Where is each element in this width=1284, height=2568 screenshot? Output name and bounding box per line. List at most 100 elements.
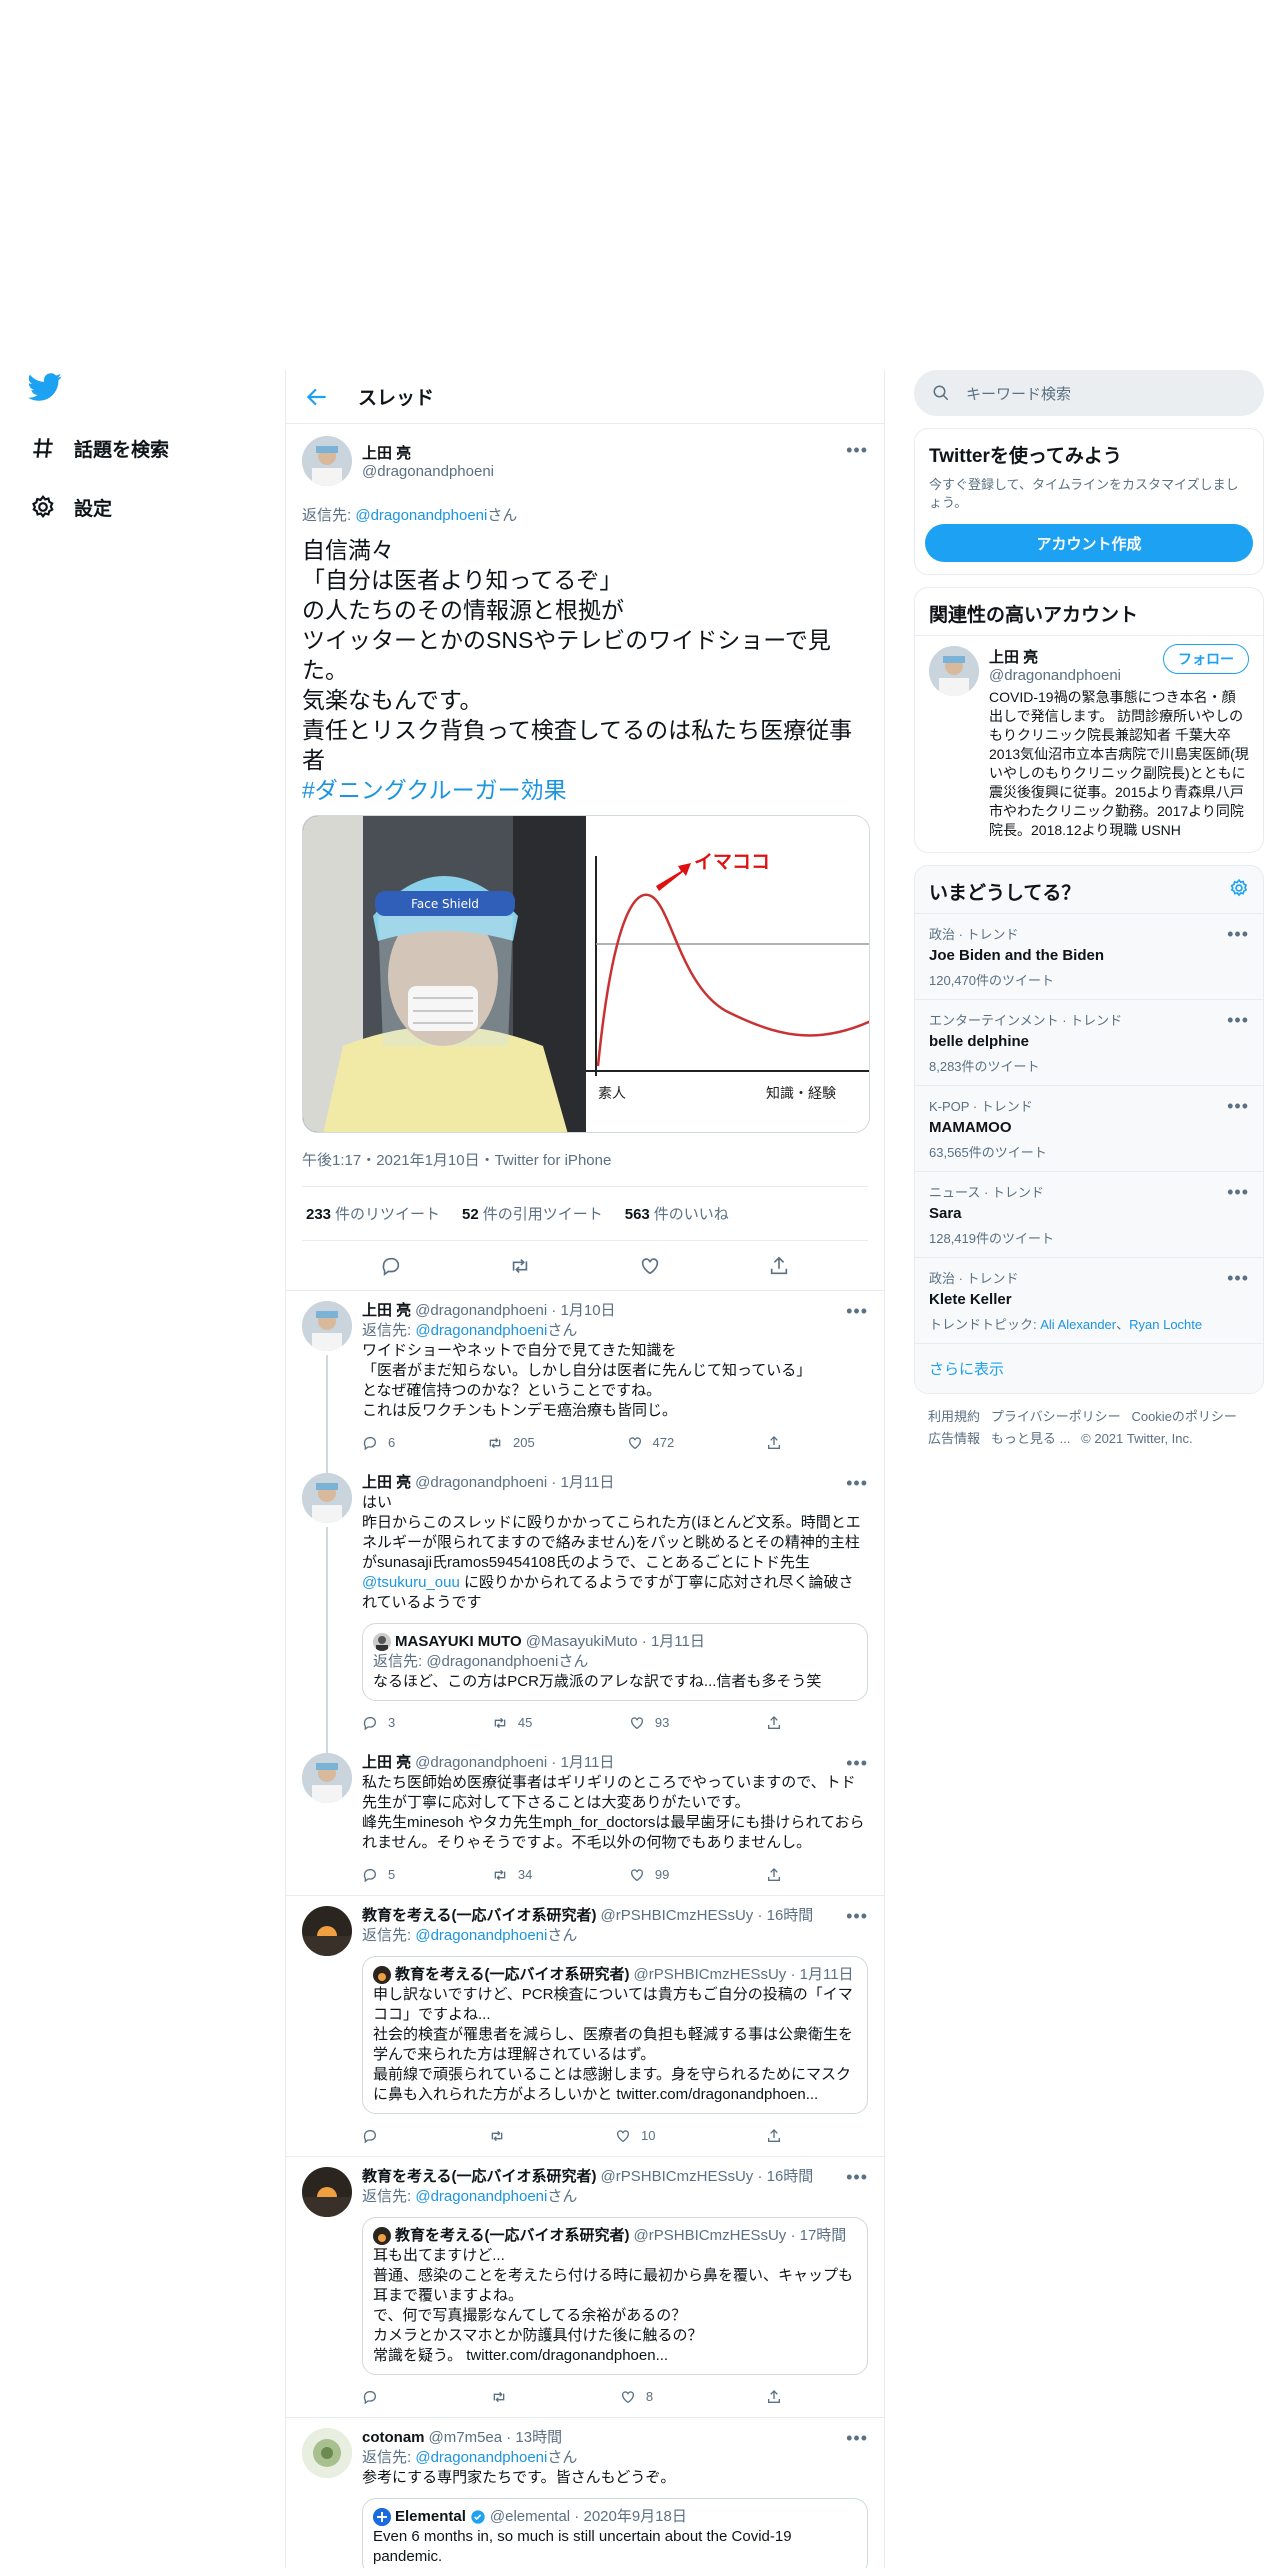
author-handle[interactable]: @dragonandphoeni · 1月11日 [415, 1473, 614, 1493]
more-icon[interactable]: ••• [846, 440, 868, 461]
retweet-button[interactable]: 45 [492, 1713, 532, 1733]
author-handle[interactable]: @rPSHBICmzHESsUy · 16時間 [601, 2167, 814, 2187]
reply-button[interactable]: 5 [362, 1865, 395, 1885]
avatar[interactable] [302, 2428, 352, 2478]
like-button[interactable]: 10 [615, 2126, 655, 2146]
like-button[interactable]: 472 [627, 1433, 674, 1453]
create-account-button[interactable]: アカウント作成 [925, 524, 1253, 562]
avatar[interactable] [302, 1906, 352, 1956]
author-handle[interactable]: @m7m5ea · 13時間 [429, 2428, 563, 2448]
avatar[interactable] [929, 646, 979, 696]
reply-icon[interactable] [380, 1255, 402, 1277]
more-icon[interactable]: ••• [1227, 1268, 1249, 1289]
reply-to-mention[interactable]: @dragonandphoeni [415, 2449, 547, 2466]
trend-item[interactable]: エンターテインメント · トレンド belle delphine 8,283件のツイ… [915, 999, 1263, 1085]
like-button[interactable]: 93 [629, 1713, 669, 1733]
more-icon[interactable]: ••• [846, 1906, 868, 1926]
more-icon[interactable]: ••• [846, 1301, 868, 1321]
reply-to-mention[interactable]: @dragonandphoeni [415, 1927, 547, 1944]
quoted-tweet[interactable]: 教育を考える(一応バイオ系研究者) @rPSHBICmzHESsUy · 17時間… [362, 2217, 868, 2375]
trend-item[interactable]: 政治 · トレンド Joe Biden and the Biden 120,470件… [915, 913, 1263, 999]
footer-link[interactable]: Cookieのポリシー [1131, 1409, 1236, 1424]
nav-item-explore[interactable]: 話題を検索 [28, 428, 268, 468]
footer-link[interactable]: プライバシーポリシー [991, 1409, 1121, 1424]
reply-to-mention[interactable]: @dragonandphoeni [415, 1322, 547, 1339]
show-more-link[interactable]: さらに表示 [915, 1343, 1263, 1393]
retweet-button[interactable]: 34 [492, 1865, 532, 1885]
like-icon[interactable] [639, 1255, 661, 1277]
retweet-icon[interactable] [509, 1255, 531, 1277]
like-button[interactable]: 99 [629, 1865, 669, 1885]
like-stat[interactable]: 563 件のいいね [625, 1203, 729, 1224]
share-button[interactable] [766, 1713, 782, 1733]
author-name[interactable]: 上田 亮 [362, 1753, 411, 1773]
more-icon[interactable]: ••• [1227, 1182, 1249, 1203]
author-name[interactable]: cotonam [362, 2428, 425, 2448]
author-handle[interactable]: @rPSHBICmzHESsUy · 16時間 [601, 1906, 814, 1926]
share-button[interactable] [766, 1433, 782, 1453]
reply-tweet[interactable]: 教育を考える(一応バイオ系研究者) @rPSHBICmzHESsUy · 16時間… [286, 2157, 884, 2418]
retweet-button[interactable] [491, 2387, 507, 2407]
avatar[interactable] [302, 1473, 352, 1523]
share-button[interactable] [766, 2126, 782, 2146]
retweet-button[interactable]: 205 [487, 1433, 535, 1453]
search-input[interactable]: キーワード検索 [914, 370, 1264, 416]
author-handle[interactable]: @dragonandphoeni · 1月10日 [415, 1301, 615, 1321]
trend-item[interactable]: K-POP · トレンド MAMAMOO 63,565件のツイート ••• [915, 1085, 1263, 1171]
tweet-meta[interactable]: 午後1:17・2021年1月10日・Twitter for iPhone [302, 1149, 868, 1187]
author-name[interactable]: 上田 亮 [362, 442, 494, 463]
more-icon[interactable]: ••• [1227, 924, 1249, 945]
more-icon[interactable]: ••• [846, 1753, 868, 1773]
like-button[interactable]: 8 [620, 2387, 653, 2407]
nav-item-settings[interactable]: 設定 [28, 487, 268, 527]
avatar[interactable] [302, 436, 352, 486]
trend-item[interactable]: 政治 · トレンド Klete Keller トレンドトピック: Ali Alexa… [915, 1257, 1263, 1343]
follow-button[interactable]: フォロー [1163, 644, 1249, 674]
more-icon[interactable]: ••• [846, 2428, 868, 2448]
trend-item[interactable]: ニュース · トレンド Sara 128,419件のツイート ••• [915, 1171, 1263, 1257]
reply-tweet[interactable]: 教育を考える(一応バイオ系研究者) @rPSHBICmzHESsUy · 16時間… [286, 1896, 884, 2157]
topic-link[interactable]: Ryan Lochte [1129, 1317, 1202, 1332]
more-icon[interactable]: ••• [1227, 1096, 1249, 1117]
avatar[interactable] [302, 1301, 352, 1351]
tweet-media[interactable]: Face Shield イマココ 素人 知識・経験 [302, 815, 870, 1133]
author-name[interactable]: 教育を考える(一応バイオ系研究者) [362, 2167, 597, 2187]
share-button[interactable] [766, 2387, 782, 2407]
reply-tweet[interactable]: 上田 亮 @dragonandphoeni · 1月11日 ••• 私たち医師始め… [286, 1743, 884, 1896]
hashtag-link[interactable]: #ダニングクルーガー効果 [302, 775, 868, 805]
author-name[interactable]: 上田 亮 [362, 1301, 411, 1321]
quote-stat[interactable]: 52 件の引用ツイート [462, 1203, 603, 1224]
more-icon[interactable]: ••• [1227, 1010, 1249, 1031]
author-handle[interactable]: @dragonandphoeni · 1月11日 [415, 1753, 614, 1773]
footer-link[interactable]: 利用規約 [928, 1409, 980, 1424]
reply-button[interactable]: 6 [362, 1433, 395, 1453]
gear-icon[interactable] [1229, 878, 1249, 898]
retweet-stat[interactable]: 233 件のリツイート [306, 1203, 440, 1224]
back-arrow-icon[interactable] [304, 384, 330, 410]
avatar[interactable] [302, 1753, 352, 1803]
mention-link[interactable]: @tsukuru_ouu [362, 1574, 460, 1591]
reply-tweet[interactable]: 上田 亮 @dragonandphoeni · 1月10日 ••• 返信先: @d… [286, 1291, 884, 1475]
retweet-button[interactable] [489, 2126, 505, 2146]
author-name[interactable]: 教育を考える(一応バイオ系研究者) [362, 1906, 597, 1926]
more-icon[interactable]: ••• [846, 2167, 868, 2187]
footer-link[interactable]: もっと見る ... [991, 1431, 1070, 1446]
quoted-tweet[interactable]: Elemental @elemental · 2020年9月18日 Even 6 … [362, 2498, 868, 2568]
quoted-tweet[interactable]: MASAYUKI MUTO @MasayukiMuto · 1月11日 返信先: … [362, 1623, 868, 1701]
reply-to-mention[interactable]: @dragonandphoeni [355, 507, 487, 524]
topic-link[interactable]: Ali Alexander [1040, 1317, 1116, 1332]
reply-tweet[interactable]: 上田 亮 @dragonandphoeni · 1月11日 ••• はい 昨日から… [286, 1463, 884, 1755]
footer-link[interactable]: 広告情報 [928, 1431, 980, 1446]
reply-to-mention[interactable]: @dragonandphoeni [415, 2188, 547, 2205]
share-button[interactable] [766, 1865, 782, 1885]
author-handle[interactable]: @dragonandphoeni [362, 463, 494, 480]
reply-button[interactable] [362, 2387, 378, 2407]
share-icon[interactable] [768, 1255, 790, 1277]
more-icon[interactable]: ••• [846, 1473, 868, 1493]
relevant-account[interactable]: 上田 亮 @dragonandphoeni COVID-19禍の緊急事態につき本… [915, 636, 1263, 852]
reply-button[interactable] [362, 2126, 378, 2146]
author-name[interactable]: 上田 亮 [362, 1473, 411, 1493]
reply-tweet[interactable]: cotonam @m7m5ea · 13時間 ••• 返信先: @dragonan… [286, 2418, 884, 2568]
quoted-tweet[interactable]: 教育を考える(一応バイオ系研究者) @rPSHBICmzHESsUy · 1月11… [362, 1956, 868, 2114]
avatar[interactable] [302, 2167, 352, 2217]
